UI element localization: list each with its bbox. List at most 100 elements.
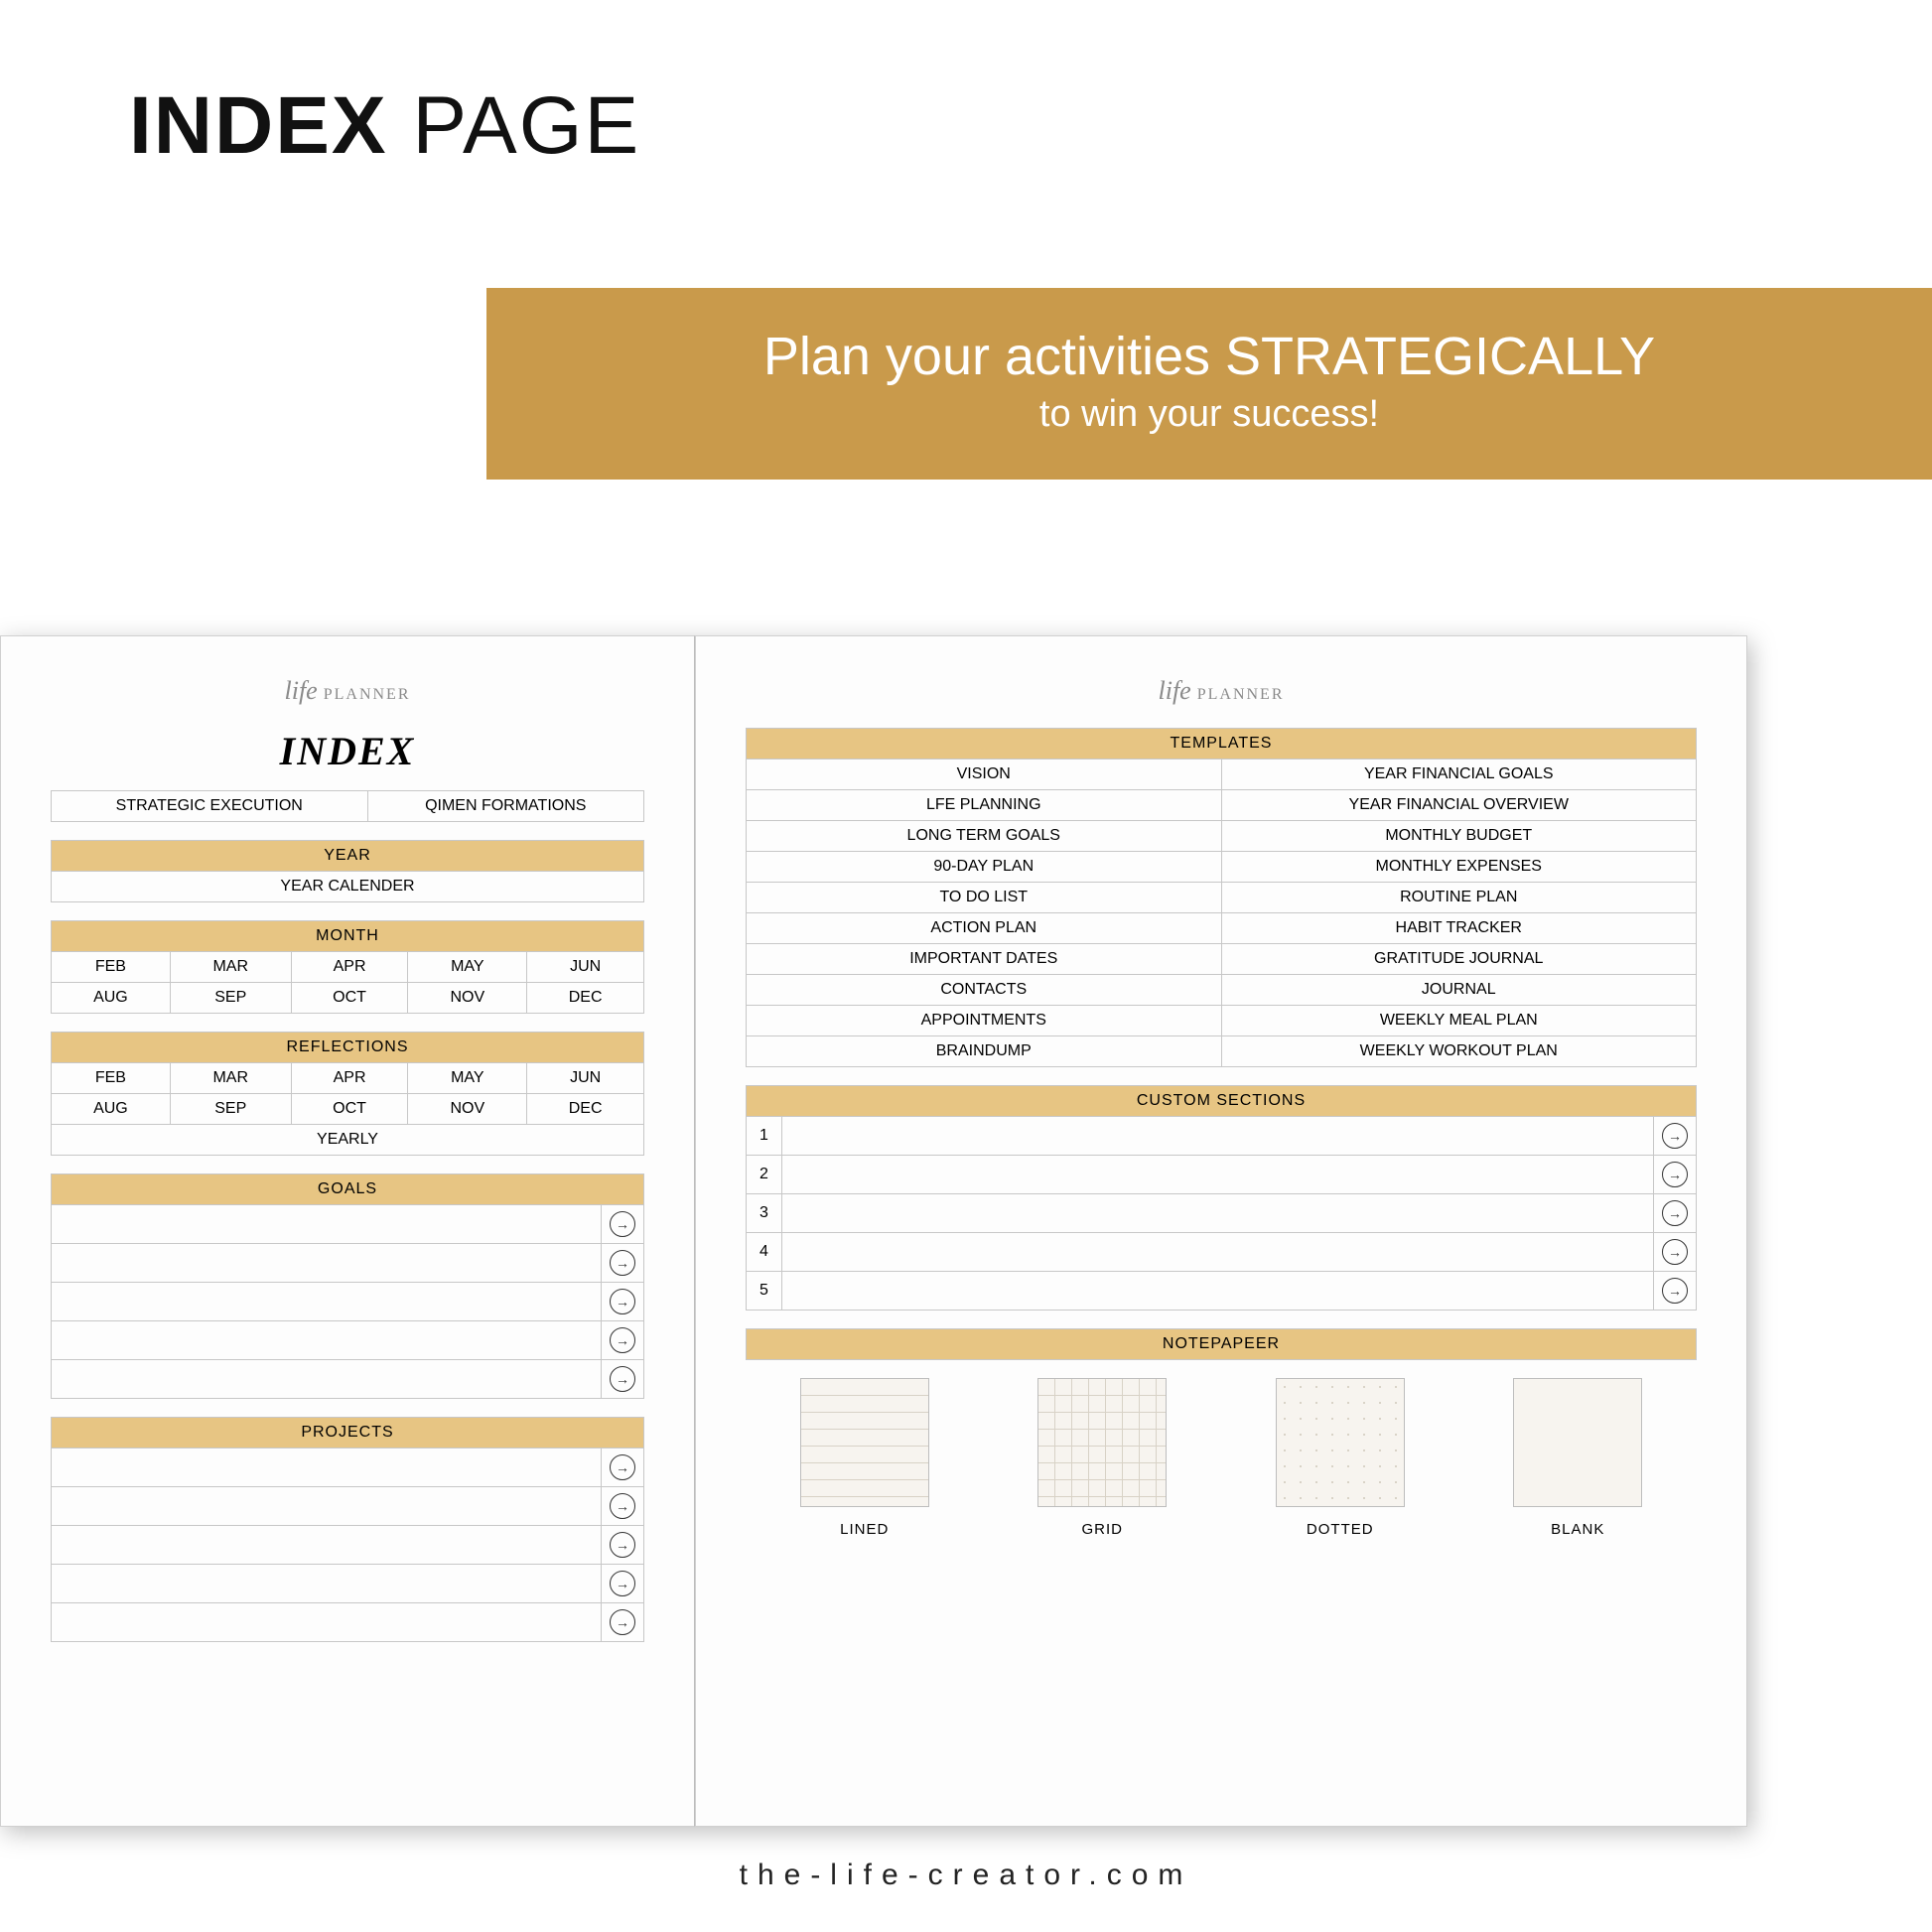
custom-row[interactable] — [782, 1194, 1654, 1233]
month-mar[interactable]: MAR — [170, 952, 291, 983]
projects-header: PROJECTS — [52, 1418, 644, 1449]
promo-banner: Plan your activities STRATEGICALLY to wi… — [486, 288, 1932, 480]
title-bold: INDEX — [129, 80, 388, 171]
template-link[interactable]: HABIT TRACKER — [1221, 913, 1697, 944]
goal-go-button[interactable]: → — [602, 1205, 644, 1244]
goal-row[interactable] — [52, 1360, 602, 1399]
planner-spread: life PLANNER INDEX STRATEGIC EXECUTION Q… — [0, 635, 1747, 1827]
planner-right-page: life PLANNER TEMPLATES VISIONYEAR FINANC… — [695, 635, 1747, 1827]
month-sep[interactable]: SEP — [170, 983, 291, 1014]
refl-jun[interactable]: JUN — [527, 1063, 644, 1094]
arrow-right-icon: → — [610, 1211, 635, 1237]
project-row[interactable] — [52, 1487, 602, 1526]
month-jun[interactable]: JUN — [527, 952, 644, 983]
month-oct[interactable]: OCT — [291, 983, 408, 1014]
template-link[interactable]: IMPORTANT DATES — [747, 944, 1222, 975]
month-dec[interactable]: DEC — [527, 983, 644, 1014]
goal-go-button[interactable]: → — [602, 1244, 644, 1283]
project-go-button[interactable]: → — [602, 1449, 644, 1487]
month-feb[interactable]: FEB — [52, 952, 171, 983]
refl-mar[interactable]: MAR — [170, 1063, 291, 1094]
project-row[interactable] — [52, 1603, 602, 1642]
refl-nov[interactable]: NOV — [408, 1094, 527, 1125]
template-link[interactable]: CONTACTS — [747, 975, 1222, 1006]
notepaper-blank[interactable]: BLANK — [1513, 1378, 1642, 1538]
notepaper-grid-preview — [1037, 1378, 1167, 1507]
template-link[interactable]: ACTION PLAN — [747, 913, 1222, 944]
notepaper-grid[interactable]: GRID — [1037, 1378, 1167, 1538]
refl-sep[interactable]: SEP — [170, 1094, 291, 1125]
custom-go-button[interactable]: → — [1654, 1117, 1697, 1156]
month-aug[interactable]: AUG — [52, 983, 171, 1014]
refl-oct[interactable]: OCT — [291, 1094, 408, 1125]
arrow-right-icon: → — [610, 1250, 635, 1276]
template-link[interactable]: MONTHLY BUDGET — [1221, 821, 1697, 852]
link-year-calendar[interactable]: YEAR CALENDER — [52, 872, 644, 902]
project-go-button[interactable]: → — [602, 1603, 644, 1642]
goal-go-button[interactable]: → — [602, 1360, 644, 1399]
link-qimen-formations[interactable]: QIMEN FORMATIONS — [367, 791, 643, 822]
template-link[interactable]: JOURNAL — [1221, 975, 1697, 1006]
custom-num: 5 — [747, 1272, 782, 1311]
project-row[interactable] — [52, 1526, 602, 1565]
template-link[interactable]: WEEKLY MEAL PLAN — [1221, 1006, 1697, 1036]
arrow-right-icon: → — [610, 1609, 635, 1635]
custom-go-button[interactable]: → — [1654, 1194, 1697, 1233]
notepaper-lined[interactable]: LINED — [800, 1378, 929, 1538]
refl-may[interactable]: MAY — [408, 1063, 527, 1094]
template-link[interactable]: GRATITUDE JOURNAL — [1221, 944, 1697, 975]
goal-go-button[interactable]: → — [602, 1283, 644, 1321]
link-strategic-execution[interactable]: STRATEGIC EXECUTION — [52, 791, 368, 822]
goal-row[interactable] — [52, 1283, 602, 1321]
top-links-table: STRATEGIC EXECUTION QIMEN FORMATIONS — [51, 790, 644, 822]
arrow-right-icon: → — [610, 1532, 635, 1558]
custom-row[interactable] — [782, 1272, 1654, 1311]
template-link[interactable]: BRAINDUMP — [747, 1036, 1222, 1067]
month-may[interactable]: MAY — [408, 952, 527, 983]
custom-sections-header: CUSTOM SECTIONS — [747, 1086, 1697, 1117]
template-link[interactable]: WEEKLY WORKOUT PLAN — [1221, 1036, 1697, 1067]
template-link[interactable]: MONTHLY EXPENSES — [1221, 852, 1697, 883]
project-go-button[interactable]: → — [602, 1487, 644, 1526]
arrow-right-icon: → — [1662, 1123, 1688, 1149]
refl-yearly[interactable]: YEARLY — [52, 1125, 644, 1156]
custom-go-button[interactable]: → — [1654, 1156, 1697, 1194]
project-go-button[interactable]: → — [602, 1565, 644, 1603]
template-link[interactable]: 90-DAY PLAN — [747, 852, 1222, 883]
template-link[interactable]: APPOINTMENTS — [747, 1006, 1222, 1036]
template-link[interactable]: YEAR FINANCIAL GOALS — [1221, 759, 1697, 790]
project-row[interactable] — [52, 1565, 602, 1603]
planner-left-page: life PLANNER INDEX STRATEGIC EXECUTION Q… — [0, 635, 695, 1827]
month-apr[interactable]: APR — [291, 952, 408, 983]
month-header: MONTH — [52, 921, 644, 952]
custom-num: 1 — [747, 1117, 782, 1156]
refl-aug[interactable]: AUG — [52, 1094, 171, 1125]
year-table: YEAR YEAR CALENDER — [51, 840, 644, 902]
templates-header: TEMPLATES — [747, 729, 1697, 759]
template-link[interactable]: YEAR FINANCIAL OVERVIEW — [1221, 790, 1697, 821]
template-link[interactable]: ROUTINE PLAN — [1221, 883, 1697, 913]
custom-row[interactable] — [782, 1156, 1654, 1194]
refl-apr[interactable]: APR — [291, 1063, 408, 1094]
month-nov[interactable]: NOV — [408, 983, 527, 1014]
refl-feb[interactable]: FEB — [52, 1063, 171, 1094]
template-link[interactable]: TO DO LIST — [747, 883, 1222, 913]
template-link[interactable]: LFE PLANNING — [747, 790, 1222, 821]
goal-row[interactable] — [52, 1205, 602, 1244]
notepaper-dotted[interactable]: DOTTED — [1276, 1378, 1405, 1538]
project-go-button[interactable]: → — [602, 1526, 644, 1565]
template-link[interactable]: LONG TERM GOALS — [747, 821, 1222, 852]
goal-go-button[interactable]: → — [602, 1321, 644, 1360]
custom-go-button[interactable]: → — [1654, 1272, 1697, 1311]
reflections-header: REFLECTIONS — [52, 1033, 644, 1063]
templates-table: TEMPLATES VISIONYEAR FINANCIAL GOALS LFE… — [746, 728, 1697, 1067]
custom-row[interactable] — [782, 1233, 1654, 1272]
goal-row[interactable] — [52, 1244, 602, 1283]
goal-row[interactable] — [52, 1321, 602, 1360]
refl-dec[interactable]: DEC — [527, 1094, 644, 1125]
template-link[interactable]: VISION — [747, 759, 1222, 790]
custom-row[interactable] — [782, 1117, 1654, 1156]
custom-go-button[interactable]: → — [1654, 1233, 1697, 1272]
project-row[interactable] — [52, 1449, 602, 1487]
reflections-table: REFLECTIONS FEB MAR APR MAY JUN AUG SEP … — [51, 1032, 644, 1156]
